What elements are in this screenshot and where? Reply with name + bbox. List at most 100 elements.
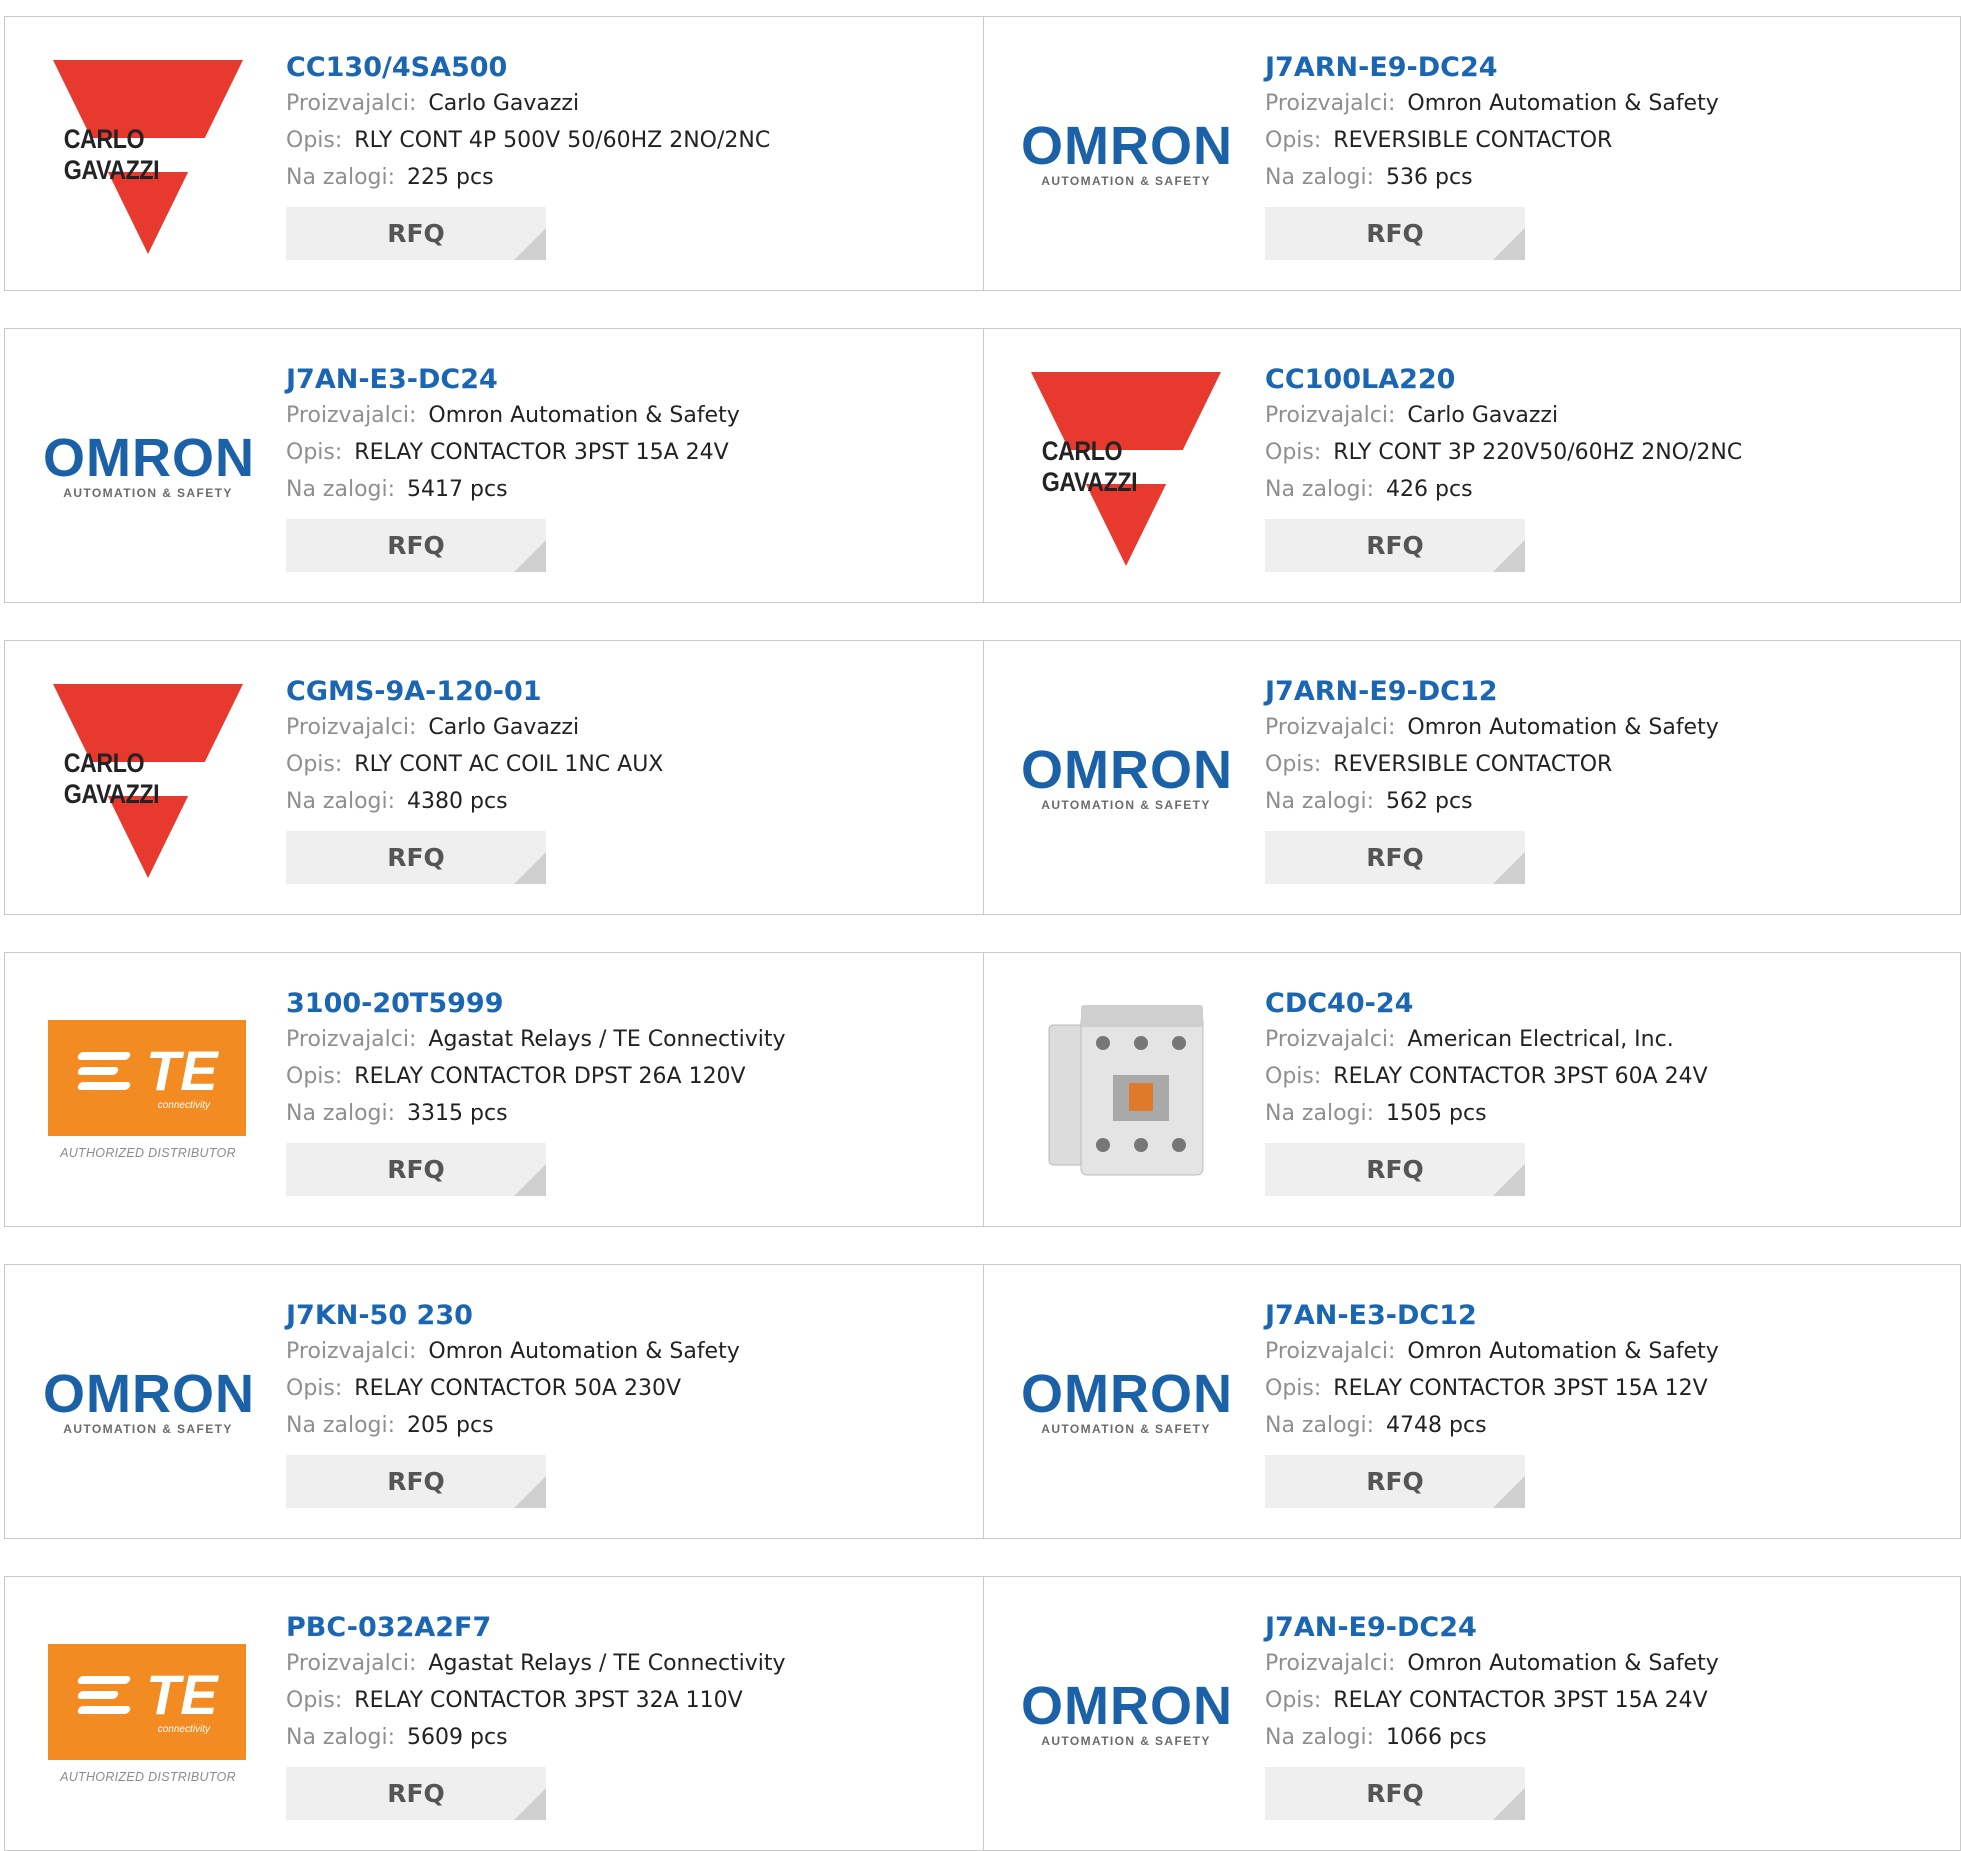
description-value: RELAY CONTACTOR DPST 26A 120V <box>354 1064 746 1089</box>
product-row: CARLO GAVAZZI CGMS-9A-120-01 Proizvajalci:… <box>4 640 1961 915</box>
part-number-link[interactable]: J7AN-E3-DC12 <box>1265 1299 1719 1333</box>
product-card: OMRON AUTOMATION & SAFETY J7ARN-E9-DC12 Pro… <box>984 640 1961 915</box>
part-number-link[interactable]: CC100LA220 <box>1265 363 1742 397</box>
manufacturer-logo-omron[interactable]: OMRON AUTOMATION & SAFETY <box>1019 1295 1233 1509</box>
rfq-button[interactable]: RFQ <box>1265 519 1525 572</box>
omron-logo: OMRON AUTOMATION & SAFETY <box>43 431 254 500</box>
description-value: RLY CONT 3P 220V50/60HZ 2NO/2NC <box>1333 440 1743 465</box>
manufacturer-label: Proizvajalci: <box>286 403 417 428</box>
rfq-button[interactable]: RFQ <box>1265 1767 1525 1820</box>
manufacturer-line: Proizvajalci: Agastat Relays / TE Connect… <box>286 1645 786 1682</box>
manufacturer-value: Omron Automation & Safety <box>428 403 740 428</box>
rfq-button[interactable]: RFQ <box>286 519 546 572</box>
description-label: Opis: <box>1265 128 1322 153</box>
stock-line: Na zalogi: 426 pcs <box>1265 471 1742 508</box>
description-value: RELAY CONTACTOR 3PST 60A 24V <box>1333 1064 1708 1089</box>
description-label: Opis: <box>286 128 343 153</box>
omron-logo: OMRON AUTOMATION & SAFETY <box>1021 1676 1233 1748</box>
corner-fold-icon <box>514 1788 546 1820</box>
description-label: Opis: <box>1265 1064 1322 1089</box>
product-card: OMRON AUTOMATION & SAFETY J7ARN-E9-DC24 Pro… <box>984 16 1961 291</box>
manufacturer-value: Agastat Relays / TE Connectivity <box>428 1027 786 1052</box>
rfq-button[interactable]: RFQ <box>286 831 546 884</box>
manufacturer-logo-carlo-gavazzi[interactable]: CARLO GAVAZZI <box>41 671 255 885</box>
product-row: CARLO GAVAZZI CC130/4SA500 Proizvajalci: Ca… <box>4 16 1961 291</box>
corner-fold-icon <box>514 1164 546 1196</box>
rfq-button-label: RFQ <box>387 1779 445 1808</box>
rfq-button-label: RFQ <box>387 843 445 872</box>
te-wordmark: TE <box>146 1039 218 1102</box>
carlo-gavazzi-wordmark: CARLO GAVAZZI <box>1041 436 1211 497</box>
manufacturer-logo-carlo-gavazzi[interactable]: CARLO GAVAZZI <box>1019 359 1233 573</box>
rfq-button[interactable]: RFQ <box>286 1767 546 1820</box>
rfq-button[interactable]: RFQ <box>1265 831 1525 884</box>
product-card: OMRON AUTOMATION & SAFETY J7AN-E9-DC24 Proi… <box>984 1576 1961 1851</box>
manufacturer-logo-omron[interactable]: OMRON AUTOMATION & SAFETY <box>1019 1607 1233 1821</box>
product-photo[interactable] <box>1019 983 1233 1197</box>
corner-fold-icon <box>1493 1164 1525 1196</box>
rfq-button-label: RFQ <box>387 219 445 248</box>
manufacturer-logo-omron[interactable]: OMRON AUTOMATION & SAFETY <box>41 1295 255 1509</box>
description-value: RLY CONT 4P 500V 50/60HZ 2NO/2NC <box>354 128 771 153</box>
manufacturer-line: Proizvajalci: American Electrical, Inc. <box>1265 1021 1708 1058</box>
rfq-button[interactable]: RFQ <box>1265 1143 1525 1196</box>
te-connectivity-logo: TE connectivity AUTHORIZED DISTRIBUTOR <box>48 1644 248 1784</box>
description-line: Opis: RELAY CONTACTOR 3PST 15A 24V <box>286 434 740 471</box>
rfq-button[interactable]: RFQ <box>286 207 546 260</box>
manufacturer-logo-te[interactable]: TE connectivity AUTHORIZED DISTRIBUTOR <box>41 983 255 1197</box>
description-line: Opis: RELAY CONTACTOR 3PST 60A 24V <box>1265 1058 1708 1095</box>
part-number-link[interactable]: CDC40-24 <box>1265 987 1708 1021</box>
rfq-button[interactable]: RFQ <box>1265 1455 1525 1508</box>
description-label: Opis: <box>1265 752 1322 777</box>
product-grid: CARLO GAVAZZI CC130/4SA500 Proizvajalci: Ca… <box>0 0 1961 1851</box>
part-number-link[interactable]: J7AN-E9-DC24 <box>1265 1611 1719 1645</box>
manufacturer-logo-carlo-gavazzi[interactable]: CARLO GAVAZZI <box>41 47 255 261</box>
omron-subtitle: AUTOMATION & SAFETY <box>63 1422 233 1436</box>
rfq-button-label: RFQ <box>1366 1467 1424 1496</box>
manufacturer-logo-omron[interactable]: OMRON AUTOMATION & SAFETY <box>1019 47 1233 261</box>
te-connectivity-logo: TE connectivity AUTHORIZED DISTRIBUTOR <box>48 1020 248 1160</box>
omron-wordmark: OMRON <box>1021 1676 1233 1736</box>
manufacturer-label: Proizvajalci: <box>1265 1339 1396 1364</box>
corner-fold-icon <box>1493 540 1525 572</box>
manufacturer-value: American Electrical, Inc. <box>1407 1027 1674 1052</box>
manufacturer-logo-omron[interactable]: OMRON AUTOMATION & SAFETY <box>41 359 255 573</box>
stock-label: Na zalogi: <box>1265 1101 1375 1126</box>
authorized-distributor-text: AUTHORIZED DISTRIBUTOR <box>60 1146 236 1160</box>
stock-line: Na zalogi: 225 pcs <box>286 159 770 196</box>
manufacturer-line: Proizvajalci: Carlo Gavazzi <box>1265 397 1742 434</box>
product-info: J7KN-50 230 Proizvajalci: Omron Automation… <box>286 1295 740 1508</box>
description-value: RELAY CONTACTOR 3PST 15A 24V <box>1333 1688 1708 1713</box>
rfq-button[interactable]: RFQ <box>286 1455 546 1508</box>
rfq-button-label: RFQ <box>1366 843 1424 872</box>
stock-value: 1505 pcs <box>1386 1101 1487 1126</box>
description-label: Opis: <box>1265 1376 1322 1401</box>
manufacturer-logo-te[interactable]: TE connectivity AUTHORIZED DISTRIBUTOR <box>41 1607 255 1821</box>
part-number-link[interactable]: J7ARN-E9-DC12 <box>1265 675 1719 709</box>
part-number-link[interactable]: 3100-20T5999 <box>286 987 786 1021</box>
manufacturer-value: Omron Automation & Safety <box>1407 715 1719 740</box>
stock-line: Na zalogi: 4380 pcs <box>286 783 663 820</box>
part-number-link[interactable]: PBC-032A2F7 <box>286 1611 786 1645</box>
description-line: Opis: RELAY CONTACTOR 3PST 32A 110V <box>286 1682 786 1719</box>
manufacturer-logo-omron[interactable]: OMRON AUTOMATION & SAFETY <box>1019 671 1233 885</box>
stock-value: 5417 pcs <box>407 477 508 502</box>
manufacturer-label: Proizvajalci: <box>286 1651 417 1676</box>
part-number-link[interactable]: J7AN-E3-DC24 <box>286 363 740 397</box>
part-number-link[interactable]: CC130/4SA500 <box>286 51 770 85</box>
rfq-button[interactable]: RFQ <box>1265 207 1525 260</box>
part-number-link[interactable]: CGMS-9A-120-01 <box>286 675 663 709</box>
manufacturer-label: Proizvajalci: <box>1265 715 1396 740</box>
manufacturer-value: Omron Automation & Safety <box>428 1339 740 1364</box>
product-row: TE connectivity AUTHORIZED DISTRIBUTOR 3100… <box>4 952 1961 1227</box>
stock-value: 205 pcs <box>407 1413 494 1438</box>
part-number-link[interactable]: J7ARN-E9-DC24 <box>1265 51 1719 85</box>
stock-value: 426 pcs <box>1386 477 1473 502</box>
omron-logo: OMRON AUTOMATION & SAFETY <box>43 1367 254 1436</box>
product-card: CARLO GAVAZZI CC100LA220 Proizvajalci: Carl… <box>984 328 1961 603</box>
rfq-button-label: RFQ <box>387 1155 445 1184</box>
omron-wordmark: OMRON <box>1021 740 1233 800</box>
part-number-link[interactable]: J7KN-50 230 <box>286 1299 740 1333</box>
rfq-button[interactable]: RFQ <box>286 1143 546 1196</box>
omron-subtitle: AUTOMATION & SAFETY <box>1041 1422 1211 1436</box>
